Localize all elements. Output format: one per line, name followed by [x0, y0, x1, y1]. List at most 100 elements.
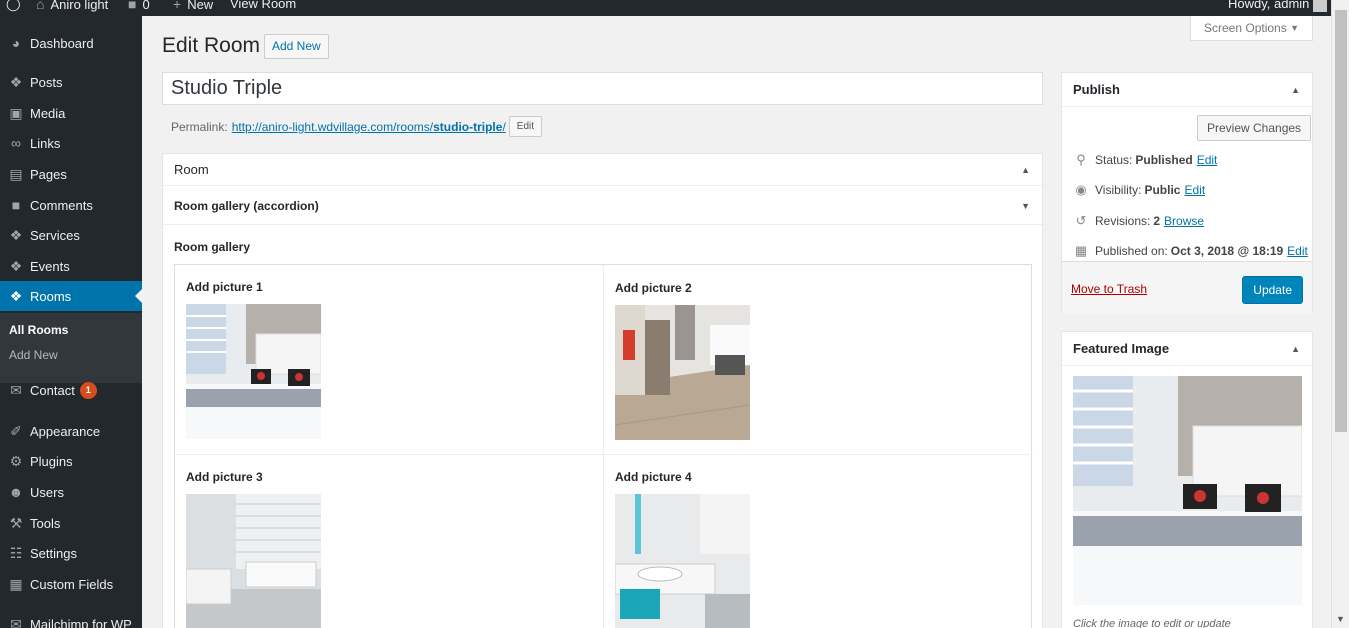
sidebar-item-custom-fields[interactable]: ▦ Custom Fields: [0, 569, 142, 599]
pin-icon: ❖: [9, 287, 23, 304]
dashboard-icon: ◕: [11, 35, 21, 51]
add-new-button[interactable]: Add New: [264, 34, 329, 59]
picture-label: Add picture 1: [186, 280, 263, 294]
pages-icon: ▤: [9, 165, 23, 182]
new-content-link[interactable]: + New: [173, 0, 213, 16]
calendar-icon: ▦: [1074, 243, 1088, 258]
featured-image-postbox: Featured Image ▲ Click the image to edit…: [1061, 331, 1313, 628]
gallery-slot-2: Add picture 2: [604, 265, 1032, 455]
room-photo-thumbnail[interactable]: [615, 494, 750, 628]
sidebar-item-links[interactable]: ∞ Links: [0, 128, 142, 158]
pin-icon: ❖: [9, 73, 23, 90]
sidebar-item-rooms[interactable]: ❖ Rooms: [0, 281, 142, 311]
room-photo-thumbnail[interactable]: [186, 494, 321, 628]
pin-icon: ⚲: [1076, 152, 1086, 167]
browse-revisions-link[interactable]: Browse: [1164, 214, 1204, 228]
link-icon: ∞: [11, 135, 21, 151]
edit-date-link[interactable]: Edit: [1287, 244, 1308, 258]
edit-slug-button[interactable]: Edit: [508, 116, 543, 137]
wordpress-logo-icon[interactable]: ◯: [6, 0, 21, 16]
sidebar-item-posts[interactable]: ❖ Posts: [0, 67, 142, 97]
scroll-down-arrow-icon[interactable]: ▼: [1336, 614, 1345, 624]
room-postbox: Room ▲ Room gallery (accordion) ▼ Room g…: [162, 153, 1043, 628]
caret-down-icon: ▼: [1290, 23, 1299, 33]
brush-icon: ✐: [10, 422, 22, 439]
sidebar-item-users[interactable]: ☻ Users: [0, 477, 142, 507]
picture-label: Add picture 4: [615, 470, 692, 484]
caret-down-icon[interactable]: ▼: [1021, 201, 1030, 211]
edit-visibility-link[interactable]: Edit: [1184, 183, 1205, 197]
sidebar-item-appearance[interactable]: ✐ Appearance: [0, 416, 142, 446]
plus-icon: +: [173, 0, 182, 12]
sidebar-item-services[interactable]: ❖ Services: [0, 220, 142, 250]
sidebar-item-comments[interactable]: ■ Comments: [0, 190, 142, 220]
home-icon: ⌂: [36, 0, 45, 12]
sidebar-item-plugins[interactable]: ⚙ Plugins: [0, 446, 142, 476]
gallery-slot-1: Add picture 1: [175, 265, 603, 455]
publish-postbox: Publish ▲ Preview Changes ⚲ Status: Publi…: [1061, 72, 1313, 313]
sidebar-item-settings[interactable]: ☷ Settings: [0, 538, 142, 568]
pin-icon: ❖: [9, 257, 23, 274]
sidebar-item-pages[interactable]: ▤ Pages: [0, 159, 142, 189]
mail-icon: ✉: [10, 381, 22, 398]
admin-menu: ◕ Dashboard ❖ Posts ▣ Media ∞ Links ▤ Pages ■…: [0, 16, 142, 628]
picture-label: Add picture 3: [186, 470, 263, 484]
permalink: Permalink: http://aniro-light.wdvillage.…: [171, 116, 543, 137]
gallery-slot-3: Add picture 3: [175, 455, 603, 628]
post-title-input[interactable]: [162, 72, 1043, 105]
update-button[interactable]: Update: [1242, 276, 1303, 304]
gallery-grid: Add picture 1 Add picture 2 Add picture …: [174, 264, 1033, 628]
caret-up-icon[interactable]: ▲: [1021, 165, 1030, 175]
rooms-submenu: All Rooms Add New: [0, 313, 142, 383]
publish-postbox-header[interactable]: Publish ▲: [1062, 73, 1312, 107]
pin-icon: ❖: [9, 226, 23, 243]
submenu-add-new[interactable]: Add New: [9, 348, 58, 362]
admin-bar: ◯ ⌂ Aniro light ■ 0 + New View Room Howdy, …: [0, 0, 1349, 16]
picture-label: Add picture 2: [615, 281, 692, 295]
room-photo-thumbnail[interactable]: [186, 304, 321, 439]
status-row: ⚲ Status: Published Edit: [1071, 152, 1217, 168]
history-icon: ↺: [1075, 213, 1087, 228]
submenu-all-rooms[interactable]: All Rooms: [9, 323, 68, 337]
settings-icon: ☷: [9, 544, 23, 561]
wrench-icon: ⚒: [9, 514, 23, 531]
preview-changes-button[interactable]: Preview Changes: [1197, 115, 1312, 141]
sidebar-item-tools[interactable]: ⚒ Tools: [0, 508, 142, 538]
room-postbox-header[interactable]: Room ▲: [163, 154, 1042, 186]
avatar: [1313, 0, 1328, 12]
sidebar-item-media[interactable]: ▣ Media: [0, 98, 142, 128]
screen-options-button[interactable]: Screen Options ▼: [1190, 16, 1313, 41]
gallery-accordion-header[interactable]: Room gallery (accordion) ▼: [163, 187, 1042, 225]
caret-up-icon[interactable]: ▲: [1291, 85, 1300, 95]
major-publishing-actions: Move to Trash Update: [1062, 261, 1312, 313]
eye-icon: ◉: [1075, 182, 1087, 197]
visibility-row: ◉ Visibility: Public Edit: [1071, 182, 1205, 198]
comments-link[interactable]: ■ 0: [128, 0, 150, 16]
grid-icon: ▦: [9, 575, 23, 592]
sidebar-item-contact[interactable]: ✉ Contact 1: [0, 375, 142, 405]
revisions-row: ↺ Revisions: 2 Browse: [1071, 213, 1205, 229]
vertical-scrollbar[interactable]: ▼: [1331, 0, 1349, 628]
sidebar-item-dashboard[interactable]: ◕ Dashboard: [0, 28, 142, 58]
room-photo-thumbnail[interactable]: [615, 305, 750, 440]
view-room-link[interactable]: View Room: [230, 0, 296, 16]
sidebar-item-mailchimp[interactable]: ✉ Mailchimp for WP: [0, 609, 142, 628]
featured-image-hint: Click the image to edit or update: [1073, 618, 1231, 628]
permalink-link[interactable]: http://aniro-light.wdvillage.com/rooms/s…: [232, 120, 506, 134]
notification-badge: 1: [79, 381, 97, 399]
move-to-trash-link[interactable]: Move to Trash: [1071, 282, 1147, 296]
comment-icon: ■: [11, 197, 21, 213]
sidebar-item-events[interactable]: ❖ Events: [0, 251, 142, 281]
caret-up-icon[interactable]: ▲: [1291, 344, 1300, 354]
featured-image-header[interactable]: Featured Image ▲: [1062, 332, 1312, 366]
site-name-link[interactable]: ⌂ Aniro light: [36, 0, 108, 16]
comment-icon: ■: [128, 0, 137, 12]
scrollbar-thumb[interactable]: [1335, 10, 1347, 432]
media-icon: ▣: [9, 104, 23, 121]
page-title: Edit Room: [162, 34, 261, 57]
edit-status-link[interactable]: Edit: [1197, 153, 1218, 167]
user-icon: ☻: [8, 484, 24, 500]
featured-image-thumbnail[interactable]: [1073, 376, 1302, 605]
howdy-account-link[interactable]: Howdy, admin: [1228, 0, 1328, 16]
gallery-label: Room gallery: [174, 240, 251, 254]
